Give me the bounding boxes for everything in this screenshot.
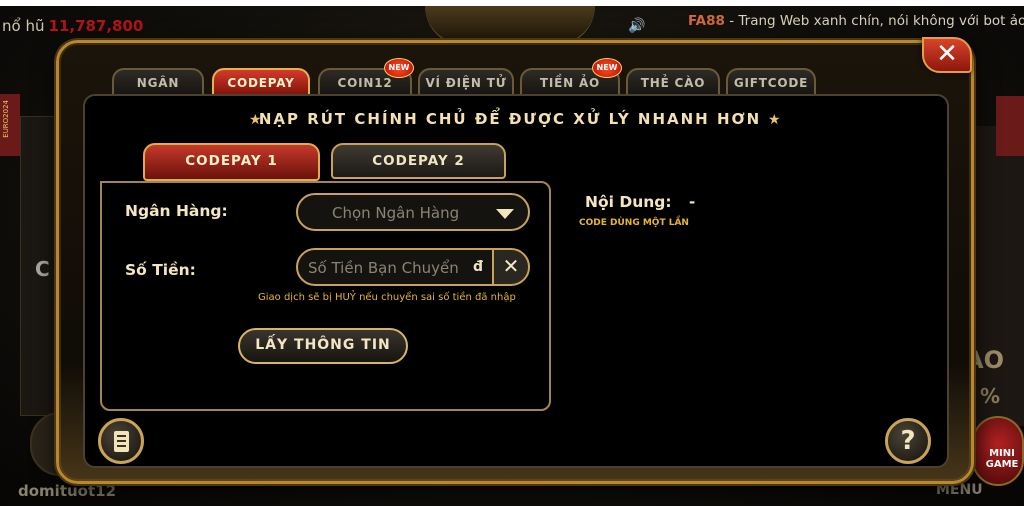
marquee-text: - Trang Web xanh chín, nói không với bot… [724,13,1024,29]
amount-label: Số Tiền: [125,261,196,279]
menu-button[interactable]: MENU [936,482,983,498]
tab-giftcode[interactable]: GIFTCODE [726,68,816,96]
tab-the-cao[interactable]: THẺ CÀO [626,68,720,96]
tab-vi-dien-tu[interactable]: VÍ ĐIỆN TỬ [418,68,514,96]
bank-label: Ngân Hàng: [125,202,228,220]
content-note: CODE DÙNG MỘT LẦN [579,218,689,228]
get-info-button[interactable]: LẤY THÔNG TIN [238,328,408,364]
tab-coin12[interactable]: COIN12 NEW [318,58,414,96]
username: domituot12 [18,482,117,500]
amount-warning: Giao dịch sẽ bị HUỶ nếu chuyển sai số ti… [258,292,516,303]
content-label: Nội Dung: [585,193,672,211]
jackpot-display: nổ hũ 11,787,800 [2,17,143,35]
star-icon: ★ [768,112,781,128]
help-button[interactable]: ? [885,418,931,464]
close-button[interactable]: ✕ [922,37,972,73]
new-badge: NEW [592,58,622,78]
mini-game-button[interactable]: MINI GAME [972,416,1024,486]
left-game-card[interactable]: C [20,116,60,416]
news-marquee: FA88 - Trang Web xanh chín, nói không vớ… [688,12,1024,31]
question-icon: ? [900,426,916,456]
jackpot-value: 11,787,800 [48,17,144,35]
euro-badge[interactable]: EURO2024 [0,94,20,156]
euro-badge-label: EURO2024 [2,100,10,138]
document-icon [114,431,129,452]
tab-label: THẺ CÀO [640,76,706,90]
tab-label: VÍ ĐIỆN TỬ [425,76,507,90]
bank-select[interactable]: Chọn Ngân Hàng [296,193,530,231]
marquee-brand: FA88 [688,13,725,29]
amount-placeholder: Số Tiền Bạn Chuyển [308,259,459,277]
currency-symbol: đ [473,259,484,275]
bank-placeholder: Chọn Ngân Hàng [332,204,460,222]
content-value: - [689,193,696,211]
tab-ngan-hang[interactable]: NGÂN HÀNG [112,68,204,116]
mini-game-label: MINI GAME [985,448,1019,470]
subtab-codepay-2[interactable]: CODEPAY 2 [331,143,506,179]
tab-codepay[interactable]: CODEPAY [212,68,310,96]
subtab-codepay-1[interactable]: CODEPAY 1 [143,143,320,181]
tab-label: GIFTCODE [733,76,809,90]
amount-input[interactable]: Số Tiền Bạn Chuyển đ ✕ [296,248,530,286]
chevron-down-icon [496,209,514,219]
right-ribbon [996,96,1024,156]
tab-label: CODEPAY [227,76,295,90]
clear-icon[interactable]: ✕ [492,250,528,284]
speaker-icon[interactable]: 🔊 [628,18,645,34]
new-badge: NEW [384,58,414,78]
jackpot-label: nổ hũ [2,17,45,35]
history-button[interactable] [98,418,144,464]
panel-heading: NẠP RÚT CHÍNH CHỦ ĐỂ ĐƯỢC XỬ LÝ NHANH HƠ… [258,110,762,128]
tab-tien-ao[interactable]: TIỀN ẢO NEW [520,58,622,96]
left-card-text: C [35,257,50,281]
promo-percent: % [980,384,1001,408]
tab-label: COIN12 [337,76,393,90]
tab-label: TIỀN ẢO [539,76,601,90]
